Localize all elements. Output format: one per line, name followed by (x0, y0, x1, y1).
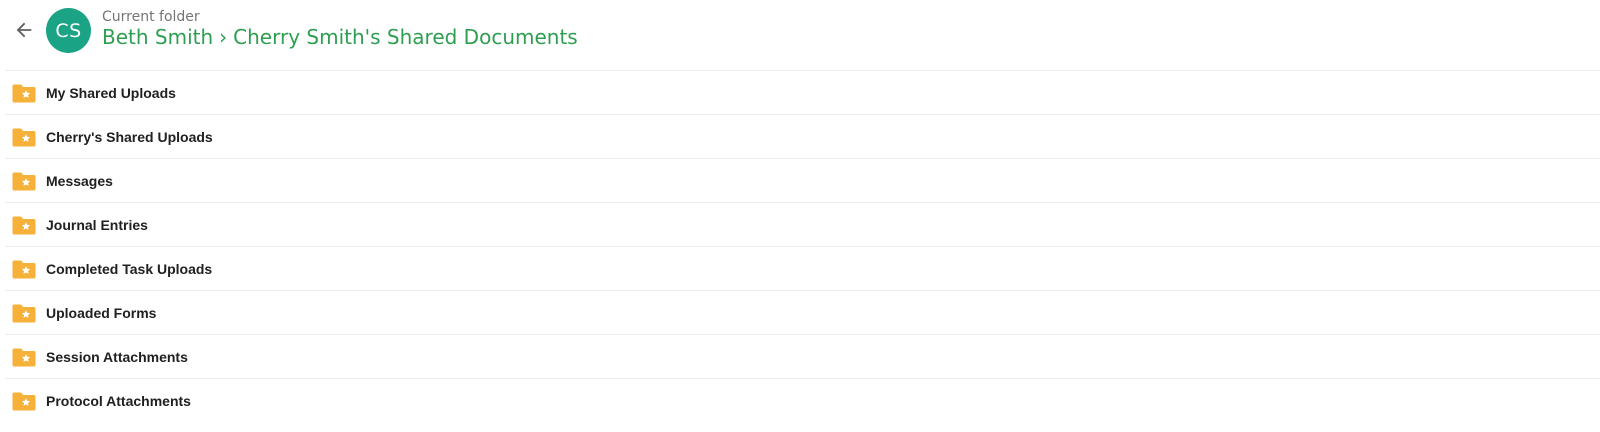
starred-folder-icon (12, 391, 36, 411)
starred-folder-icon (12, 127, 36, 147)
breadcrumb-separator: › (219, 25, 228, 49)
folder-label: Completed Task Uploads (46, 260, 213, 277)
folder-label: Protocol Attachments (46, 393, 191, 409)
folder-label: Uploaded Forms (46, 304, 157, 321)
starred-folder-icon (12, 83, 36, 103)
starred-folder-icon (12, 215, 36, 235)
folder-list: My Shared Uploads Cherry's Shared Upload… (5, 70, 1600, 423)
arrow-back-icon (16, 22, 32, 38)
folder-label: My Shared Uploads (46, 84, 176, 101)
folder-row-cherry-s-shared-uploads[interactable]: Cherry's Shared Uploads (5, 115, 1600, 159)
folder-row-my-shared-uploads[interactable]: My Shared Uploads (5, 71, 1600, 115)
breadcrumb-item-beth-smith[interactable]: Beth Smith (102, 25, 213, 49)
folder-row-session-attachments[interactable]: Session Attachments (5, 335, 1600, 379)
folder-label: Cherry's Shared Uploads (46, 128, 213, 145)
breadcrumb-item-current-folder: Cherry Smith's Shared Documents (233, 25, 578, 49)
folder-label: Journal Entries (46, 216, 148, 233)
folder-row-messages[interactable]: Messages (5, 159, 1600, 203)
starred-folder-icon (12, 171, 36, 191)
folder-row-uploaded-forms[interactable]: Uploaded Forms (5, 291, 1600, 335)
current-folder-caption: Current folder (102, 9, 200, 25)
back-button[interactable] (8, 14, 40, 46)
avatar: CS (46, 8, 91, 53)
breadcrumb: Beth Smith › Cherry Smith's Shared Documen… (102, 25, 578, 49)
folder-row-journal-entries[interactable]: Journal Entries (5, 203, 1600, 247)
avatar-initials: CS (55, 19, 82, 42)
folder-row-completed-task-uploads[interactable]: Completed Task Uploads (5, 247, 1600, 291)
folder-label: Session Attachments (46, 348, 188, 365)
folder-row-protocol-attachments[interactable]: Protocol Attachments (5, 379, 1600, 423)
folder-label: Messages (46, 172, 113, 189)
starred-folder-icon (12, 303, 36, 323)
starred-folder-icon (12, 347, 36, 367)
folder-header: CS Current folder Beth Smith › Cherry Smit… (0, 0, 1600, 70)
starred-folder-icon (12, 259, 36, 279)
